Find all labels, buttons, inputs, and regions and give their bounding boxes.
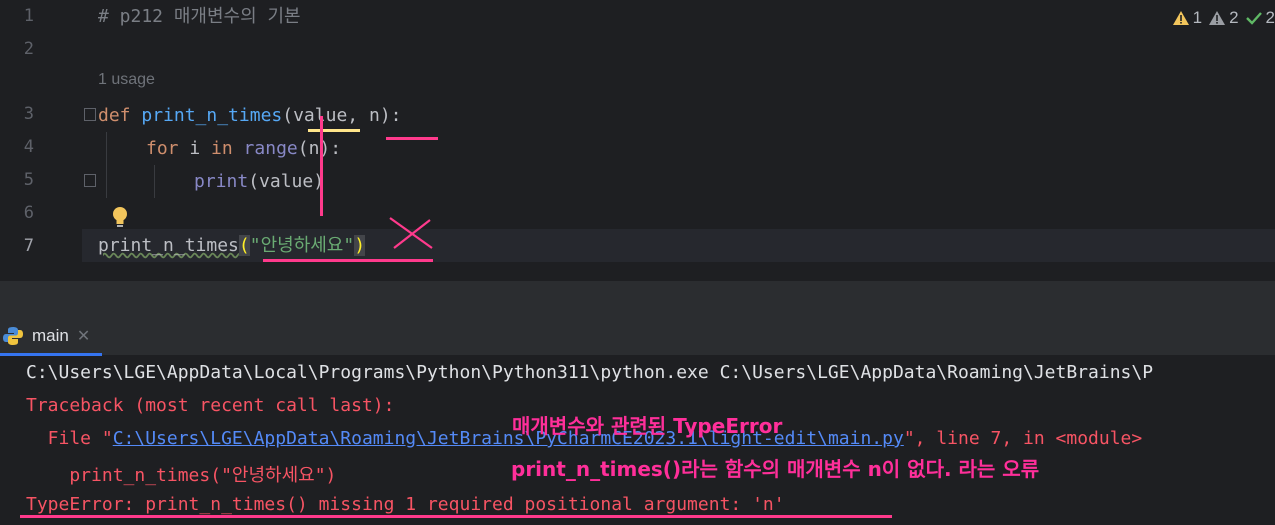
console-code-line: print_n_times("안녕하세요") xyxy=(26,465,337,486)
line-number: 6 xyxy=(23,203,34,223)
paren: ( xyxy=(282,105,294,126)
run-tab-label: main xyxy=(32,325,69,345)
keyword-in: in xyxy=(211,138,233,159)
run-tab-main[interactable]: main ✕ xyxy=(0,318,102,356)
code-line-7[interactable]: print_n_times("안녕하세요") xyxy=(98,229,366,262)
param-n: n xyxy=(368,105,380,126)
param-separator: , xyxy=(347,105,369,126)
line-number-current: 7 xyxy=(23,236,34,256)
annotation-title: 매개변수와 관련된 TypeError xyxy=(512,414,783,438)
error-line-underline xyxy=(20,515,892,518)
call-function-name: print_n_times xyxy=(98,235,239,256)
warning-icon xyxy=(1172,11,1189,25)
indent-guide xyxy=(106,132,107,198)
keyword-for: for xyxy=(146,138,179,159)
weak-warning-count[interactable]: 2 xyxy=(1208,8,1239,28)
weak-warning-icon xyxy=(1209,11,1226,25)
close-tab-icon[interactable]: ✕ xyxy=(77,326,90,345)
builtin-print: print xyxy=(194,171,249,192)
console-traceback-header: Traceback (most recent call last): xyxy=(26,395,395,416)
paren-colon: ): xyxy=(379,105,402,126)
missing-arg-cross-mark xyxy=(389,217,433,249)
typo-check-icon xyxy=(1245,12,1262,25)
call-args-underline xyxy=(263,259,433,262)
loop-var: i xyxy=(178,138,212,159)
string-literal: "안녕하세요" xyxy=(249,235,355,256)
annotation-vertical-stroke xyxy=(320,116,323,216)
code-editor[interactable]: 1 2 3 4 5 6 7 # p212 매개변수의 기본 1 usage de… xyxy=(0,0,1275,280)
line-number: 2 xyxy=(23,39,34,59)
typo-count[interactable]: 2 xyxy=(1245,8,1275,28)
value-param-underline xyxy=(308,129,360,132)
builtin-range: range xyxy=(232,138,298,159)
python-icon xyxy=(3,326,23,345)
line-number-gutter[interactable]: 1 2 3 4 5 6 7 xyxy=(0,0,96,280)
code-line-1[interactable]: # p212 매개변수의 기본 xyxy=(98,0,301,33)
keyword-def: def xyxy=(98,105,131,126)
usage-hint[interactable]: 1 usage xyxy=(98,71,155,89)
annotation-explanation: print_n_times()라는 함수의 매개변수 n이 없다. 라는 오류 xyxy=(511,457,1040,481)
line-number: 5 xyxy=(23,170,34,190)
fold-collapse-icon[interactable] xyxy=(84,108,96,121)
panel-splitter[interactable] xyxy=(0,280,1275,318)
code-line-3[interactable]: def print_n_times(value, n): xyxy=(98,99,402,132)
print-args: (value) xyxy=(248,171,325,192)
run-console-output[interactable]: C:\Users\LGE\AppData\Local\Programs\Pyth… xyxy=(0,356,1275,525)
inspection-widget[interactable]: 1 2 2 xyxy=(1172,8,1275,28)
matched-paren-close: ) xyxy=(354,235,366,256)
matched-paren-open: ( xyxy=(238,235,250,256)
warning-count[interactable]: 1 xyxy=(1172,8,1202,28)
run-tool-window-header: main ✕ xyxy=(0,318,1275,356)
console-error-message: TypeError: print_n_times() missing 1 req… xyxy=(26,494,785,515)
line-number: 3 xyxy=(23,104,34,124)
console-file-link[interactable]: C:\Users\LGE\AppData\Roaming\JetBrains\P… xyxy=(113,428,904,449)
code-line-5[interactable]: print(value) xyxy=(194,165,324,198)
code-line-4[interactable]: for i in range(n): xyxy=(146,132,341,165)
lightbulb-icon[interactable] xyxy=(110,206,130,228)
indent-guide xyxy=(154,165,155,198)
line-number: 4 xyxy=(23,137,34,157)
fold-end-icon[interactable] xyxy=(84,174,96,187)
n-param-underline xyxy=(386,137,438,140)
line-number: 1 xyxy=(23,6,34,26)
console-command-line: C:\Users\LGE\AppData\Local\Programs\Pyth… xyxy=(26,362,1154,383)
function-name: print_n_times xyxy=(141,105,283,126)
